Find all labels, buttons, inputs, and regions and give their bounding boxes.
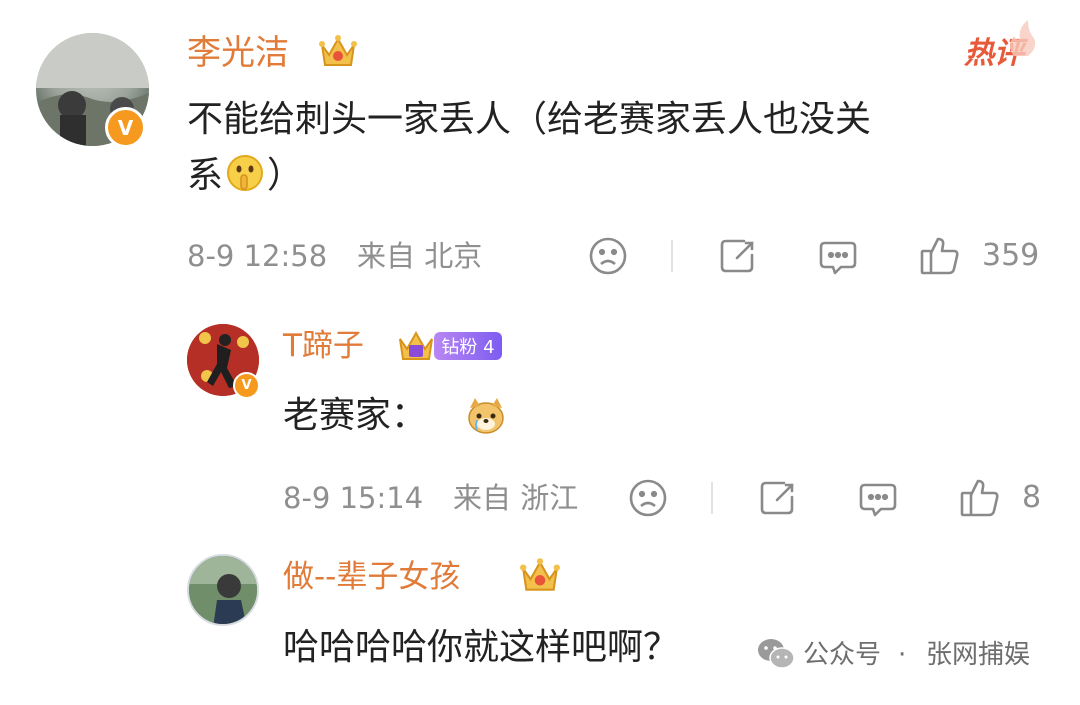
avatar[interactable] [187,554,259,626]
divider [671,240,673,272]
username[interactable]: T蹄子 [283,325,364,367]
comment-item-1: V 李光洁 热评 不能给刺头一家丢人（给老赛家丢人也没关 系 ） 8-9 12:… [0,0,1080,300]
like-count: 359 [982,238,1040,273]
verified-badge: V [105,107,146,148]
dog-emoji-icon [463,394,509,444]
crown-icon [396,327,436,369]
share-icon[interactable] [716,235,758,281]
divider [711,482,713,514]
comment-text-part: ） [267,155,304,196]
comment-icon[interactable] [857,479,899,525]
crown-icon [318,31,358,75]
flame-icon [1004,18,1038,62]
verified-badge: V [233,372,260,399]
watermark-prefix: 公众号 [803,640,882,670]
comment-time: 8-9 15:14 [283,481,424,515]
shush-emoji-icon [223,153,267,193]
like-icon[interactable] [918,233,962,281]
comment-text-part: 系 [187,155,224,196]
username[interactable]: 做--辈子女孩 [283,556,460,598]
comment-item-3: 做--辈子女孩 哈哈哈哈你就这样吧啊？ 公众号 · 张网捕娱 [0,540,1080,705]
comment-time: 8-9 12:58 [187,239,328,273]
comment-location: 来自 浙江 [453,481,579,515]
crown-icon [519,554,561,600]
comment-icon[interactable] [817,237,859,283]
dislike-icon[interactable] [627,477,669,523]
watermark-dot: · [898,640,907,670]
dislike-icon[interactable] [587,235,629,281]
watermark-name: 张网捕娱 [926,640,1031,670]
comment-text: 老赛家： [283,395,428,436]
fan-level-badge: 钻粉 4 [434,332,502,360]
comment-item-2: V T蹄子 钻粉 4 老赛家： 8-9 15:14 来自 浙江 8 [0,300,1080,540]
comment-text-line2: 系 ） [187,150,303,202]
comment-text: 哈哈哈哈你就这样吧啊？ [283,627,680,668]
share-icon[interactable] [756,477,798,523]
username[interactable]: 李光洁 [187,30,289,76]
wechat-icon [756,637,796,675]
comment-location: 来自 北京 [357,239,483,273]
like-count: 8 [1022,480,1042,515]
comment-text: 不能给刺头一家丢人（给老赛家丢人也没关 [187,99,872,140]
like-icon[interactable] [958,475,1002,523]
